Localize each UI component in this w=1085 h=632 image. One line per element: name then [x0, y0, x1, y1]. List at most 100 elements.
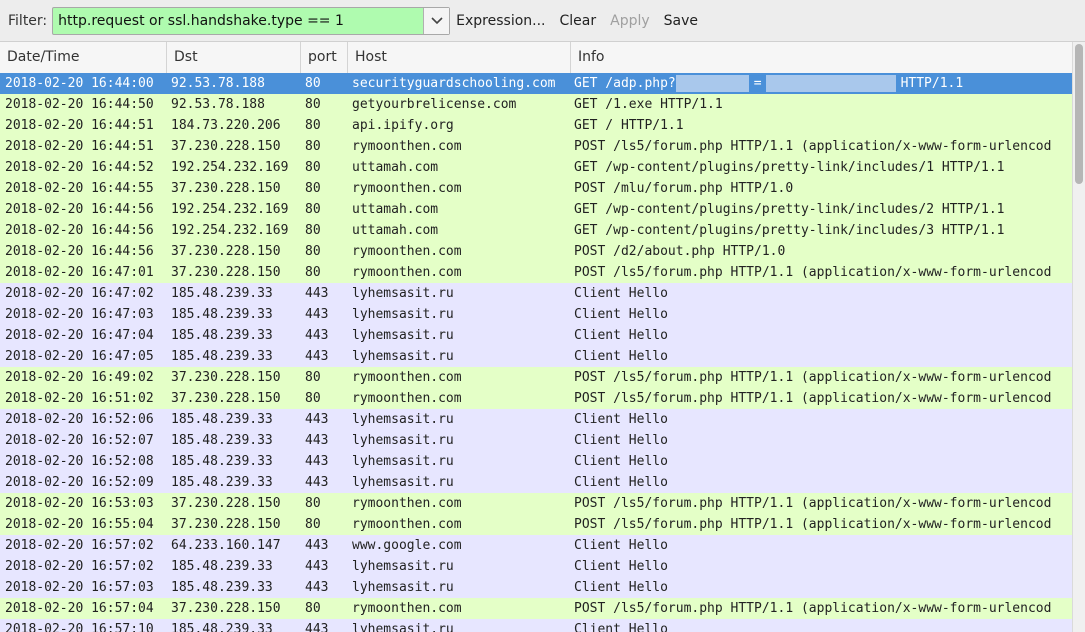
info-protocol: HTTP/1.1: [900, 76, 964, 91]
cell-host: lyhemsasit.ru: [352, 433, 454, 448]
packet-row[interactable]: 2018-02-20 16:44:56 192.254.232.169 80 utta…: [0, 220, 1072, 241]
cell-info: GET /wp-content/plugins/pretty-link/incl…: [574, 223, 1005, 238]
cell-host: securityguardschooling.com: [352, 76, 556, 91]
packet-row[interactable]: 2018-02-20 16:44:52 192.254.232.169 80 utta…: [0, 157, 1072, 178]
cell-dst: 192.254.232.169: [171, 202, 289, 217]
cell-dst: 37.230.228.150: [171, 496, 281, 511]
cell-host: uttamah.com: [352, 160, 439, 175]
vertical-scrollbar[interactable]: [1072, 42, 1085, 632]
save-button[interactable]: Save: [664, 13, 698, 29]
cell-dst: 37.230.228.150: [171, 601, 281, 616]
display-filter-input[interactable]: http.request or ssl.handshake.type == 1: [52, 6, 451, 35]
clear-button[interactable]: Clear: [560, 13, 597, 29]
cell-dst: 185.48.239.33: [171, 328, 273, 343]
cell-port: 443: [305, 559, 329, 574]
cell-info: POST /d2/about.php HTTP/1.0: [574, 244, 786, 259]
column-header-dst[interactable]: Dst: [167, 42, 301, 73]
packet-row[interactable]: 2018-02-20 16:44:56 37.230.228.150 80 rymoo…: [0, 241, 1072, 262]
cell-port: 80: [305, 370, 321, 385]
packet-row[interactable]: 2018-02-20 16:57:10 185.48.239.33 443 lyhem…: [0, 619, 1072, 632]
cell-datetime: 2018-02-20 16:44:50: [5, 97, 154, 112]
column-header-port[interactable]: port: [301, 42, 348, 73]
cell-info: POST /ls5/forum.php HTTP/1.1 (applicatio…: [574, 601, 1052, 616]
cell-datetime: 2018-02-20 16:57:10: [5, 622, 154, 632]
cell-info: POST /ls5/forum.php HTTP/1.1 (applicatio…: [574, 517, 1052, 532]
packet-row[interactable]: 2018-02-20 16:47:02 185.48.239.33 443 lyhem…: [0, 283, 1072, 304]
cell-info: Client Hello: [574, 454, 668, 469]
cell-port: 80: [305, 118, 321, 133]
cell-host: lyhemsasit.ru: [352, 580, 454, 595]
cell-dst: 37.230.228.150: [171, 265, 281, 280]
cell-dst: 92.53.78.188: [171, 97, 265, 112]
cell-host: rymoonthen.com: [352, 244, 462, 259]
packet-row[interactable]: 2018-02-20 16:57:03 185.48.239.33 443 lyhem…: [0, 577, 1072, 598]
cell-port: 443: [305, 286, 329, 301]
filter-history-dropdown[interactable]: [423, 7, 450, 34]
cell-datetime: 2018-02-20 16:52:07: [5, 433, 154, 448]
cell-port: 80: [305, 244, 321, 259]
column-header-host[interactable]: Host: [348, 42, 571, 73]
scrollbar-thumb[interactable]: [1075, 44, 1083, 184]
cell-info: Client Hello: [574, 622, 668, 632]
packet-row[interactable]: 2018-02-20 16:49:02 37.230.228.150 80 rymoo…: [0, 367, 1072, 388]
cell-info: Client Hello: [574, 412, 668, 427]
cell-info: POST /ls5/forum.php HTTP/1.1 (applicatio…: [574, 496, 1052, 511]
packet-row[interactable]: 2018-02-20 16:57:02 64.233.160.147 443 www.…: [0, 535, 1072, 556]
cell-port: 443: [305, 349, 329, 364]
cell-datetime: 2018-02-20 16:44:55: [5, 181, 154, 196]
cell-host: lyhemsasit.ru: [352, 454, 454, 469]
packet-row[interactable]: 2018-02-20 16:44:51 37.230.228.150 80 rymoo…: [0, 136, 1072, 157]
cell-dst: 185.48.239.33: [171, 559, 273, 574]
cell-dst: 185.48.239.33: [171, 349, 273, 364]
cell-host: rymoonthen.com: [352, 391, 462, 406]
filter-text[interactable]: http.request or ssl.handshake.type == 1: [53, 13, 423, 29]
cell-host: www.google.com: [352, 538, 462, 553]
cell-dst: 185.48.239.33: [171, 307, 273, 322]
packet-row[interactable]: 2018-02-20 16:55:04 37.230.228.150 80 rymoo…: [0, 514, 1072, 535]
cell-host: rymoonthen.com: [352, 517, 462, 532]
packet-row[interactable]: 2018-02-20 16:51:02 37.230.228.150 80 rymoo…: [0, 388, 1072, 409]
cell-datetime: 2018-02-20 16:47:03: [5, 307, 154, 322]
column-header-datetime[interactable]: Date/Time: [0, 42, 167, 73]
packet-row[interactable]: 2018-02-20 16:52:07 185.48.239.33 443 lyhem…: [0, 430, 1072, 451]
packet-row[interactable]: 2018-02-20 16:47:04 185.48.239.33 443 lyhem…: [0, 325, 1072, 346]
cell-dst: 37.230.228.150: [171, 370, 281, 385]
cell-port: 80: [305, 139, 321, 154]
cell-host: uttamah.com: [352, 202, 439, 217]
cell-dst: 37.230.228.150: [171, 181, 281, 196]
cell-datetime: 2018-02-20 16:57:03: [5, 580, 154, 595]
cell-port: 443: [305, 538, 329, 553]
packet-row[interactable]: 2018-02-20 16:47:03 185.48.239.33 443 lyhem…: [0, 304, 1072, 325]
cell-dst: 37.230.228.150: [171, 244, 281, 259]
cell-host: lyhemsasit.ru: [352, 307, 454, 322]
cell-datetime: 2018-02-20 16:44:52: [5, 160, 154, 175]
packet-row[interactable]: 2018-02-20 16:44:50 92.53.78.188 80 getyour…: [0, 94, 1072, 115]
cell-info: GET /wp-content/plugins/pretty-link/incl…: [574, 202, 1005, 217]
packet-row[interactable]: 2018-02-20 16:47:05 185.48.239.33 443 lyhem…: [0, 346, 1072, 367]
packet-row[interactable]: 2018-02-20 16:44:55 37.230.228.150 80 rymoo…: [0, 178, 1072, 199]
packet-row[interactable]: 2018-02-20 16:57:04 37.230.228.150 80 rymoo…: [0, 598, 1072, 619]
packet-row[interactable]: 2018-02-20 16:57:02 185.48.239.33 443 lyhem…: [0, 556, 1072, 577]
expression-button[interactable]: Expression...: [456, 13, 545, 29]
cell-info: POST /ls5/forum.php HTTP/1.1 (applicatio…: [574, 391, 1052, 406]
packet-row[interactable]: 2018-02-20 16:53:03 37.230.228.150 80 rymoo…: [0, 493, 1072, 514]
cell-port: 443: [305, 580, 329, 595]
cell-port: 80: [305, 202, 321, 217]
packet-row[interactable]: 2018-02-20 16:47:01 37.230.228.150 80 rymoo…: [0, 262, 1072, 283]
cell-datetime: 2018-02-20 16:44:56: [5, 202, 154, 217]
packet-row[interactable]: 2018-02-20 16:52:08 185.48.239.33 443 lyhem…: [0, 451, 1072, 472]
cell-port: 80: [305, 391, 321, 406]
packet-row[interactable]: 2018-02-20 16:44:51 184.73.220.206 80 api.i…: [0, 115, 1072, 136]
packet-row[interactable]: 2018-02-20 16:44:00 92.53.78.188 80 securit…: [0, 73, 1072, 94]
cell-datetime: 2018-02-20 16:47:05: [5, 349, 154, 364]
column-header-info[interactable]: Info: [571, 42, 1072, 73]
packet-row[interactable]: 2018-02-20 16:44:56 192.254.232.169 80 utta…: [0, 199, 1072, 220]
cell-host: rymoonthen.com: [352, 139, 462, 154]
filter-toolbar: Filter: http.request or ssl.handshake.ty…: [0, 0, 1085, 42]
apply-button[interactable]: Apply: [610, 13, 650, 29]
cell-port: 443: [305, 307, 329, 322]
cell-dst: 185.48.239.33: [171, 286, 273, 301]
cell-host: lyhemsasit.ru: [352, 412, 454, 427]
packet-row[interactable]: 2018-02-20 16:52:09 185.48.239.33 443 lyhem…: [0, 472, 1072, 493]
packet-row[interactable]: 2018-02-20 16:52:06 185.48.239.33 443 lyhem…: [0, 409, 1072, 430]
